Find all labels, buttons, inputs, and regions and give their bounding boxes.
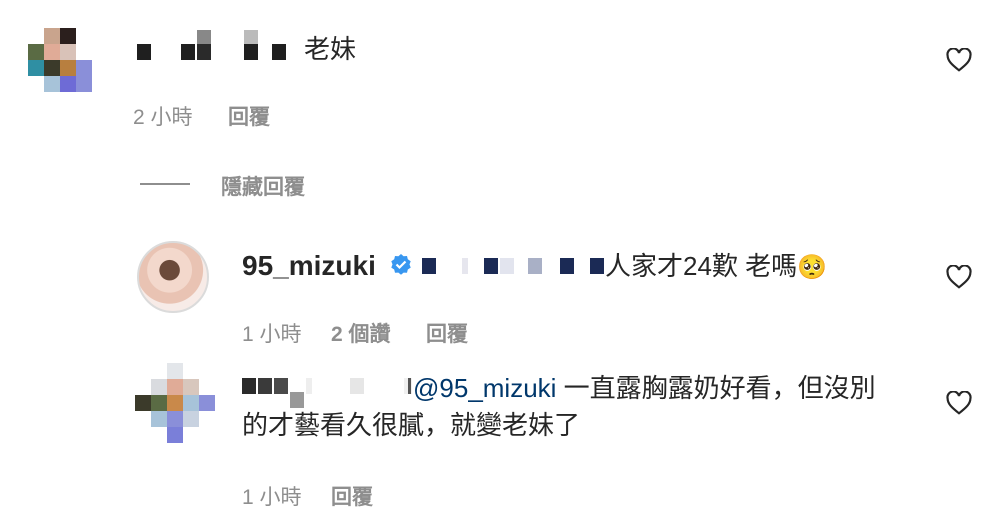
reply-button[interactable]: 回覆 [331, 481, 373, 511]
comment-body: 一直露胸露奶好看，但沒別 [556, 373, 876, 403]
comment-time: 2 小時 [133, 106, 193, 129]
heart-icon[interactable] [946, 391, 972, 415]
verified-icon [391, 254, 411, 275]
hide-replies-button[interactable]: 隱藏回覆 [221, 171, 305, 201]
comment-text: @95_mizuki 一直露胸露奶好看，但沒別 [413, 368, 876, 408]
likes-count[interactable]: 2 個讚 [331, 318, 391, 348]
avatar[interactable] [135, 363, 215, 443]
reply-button[interactable]: 回覆 [228, 101, 270, 131]
heart-icon[interactable] [946, 265, 972, 289]
divider [140, 183, 190, 185]
username[interactable]: 95_mizuki [242, 250, 376, 282]
avatar[interactable] [28, 28, 92, 92]
heart-icon[interactable] [946, 48, 972, 72]
comment-body: 人家才24歎 老嗎 [605, 251, 798, 281]
comment-text-line2: 的才藝看久很膩，就變老妹了 [242, 410, 581, 440]
pleading-face-emoji: 🥺 [797, 254, 828, 281]
comment-time: 1 小時 [242, 486, 302, 509]
reply-button[interactable]: 回覆 [426, 318, 468, 348]
comment-text: 人家才24歎 老嗎🥺 [605, 246, 827, 288]
mention-link[interactable]: @95_mizuki [413, 373, 556, 403]
comment-time: 1 小時 [242, 323, 302, 346]
avatar[interactable] [137, 241, 209, 313]
comment-text: 老妹 [304, 34, 357, 64]
